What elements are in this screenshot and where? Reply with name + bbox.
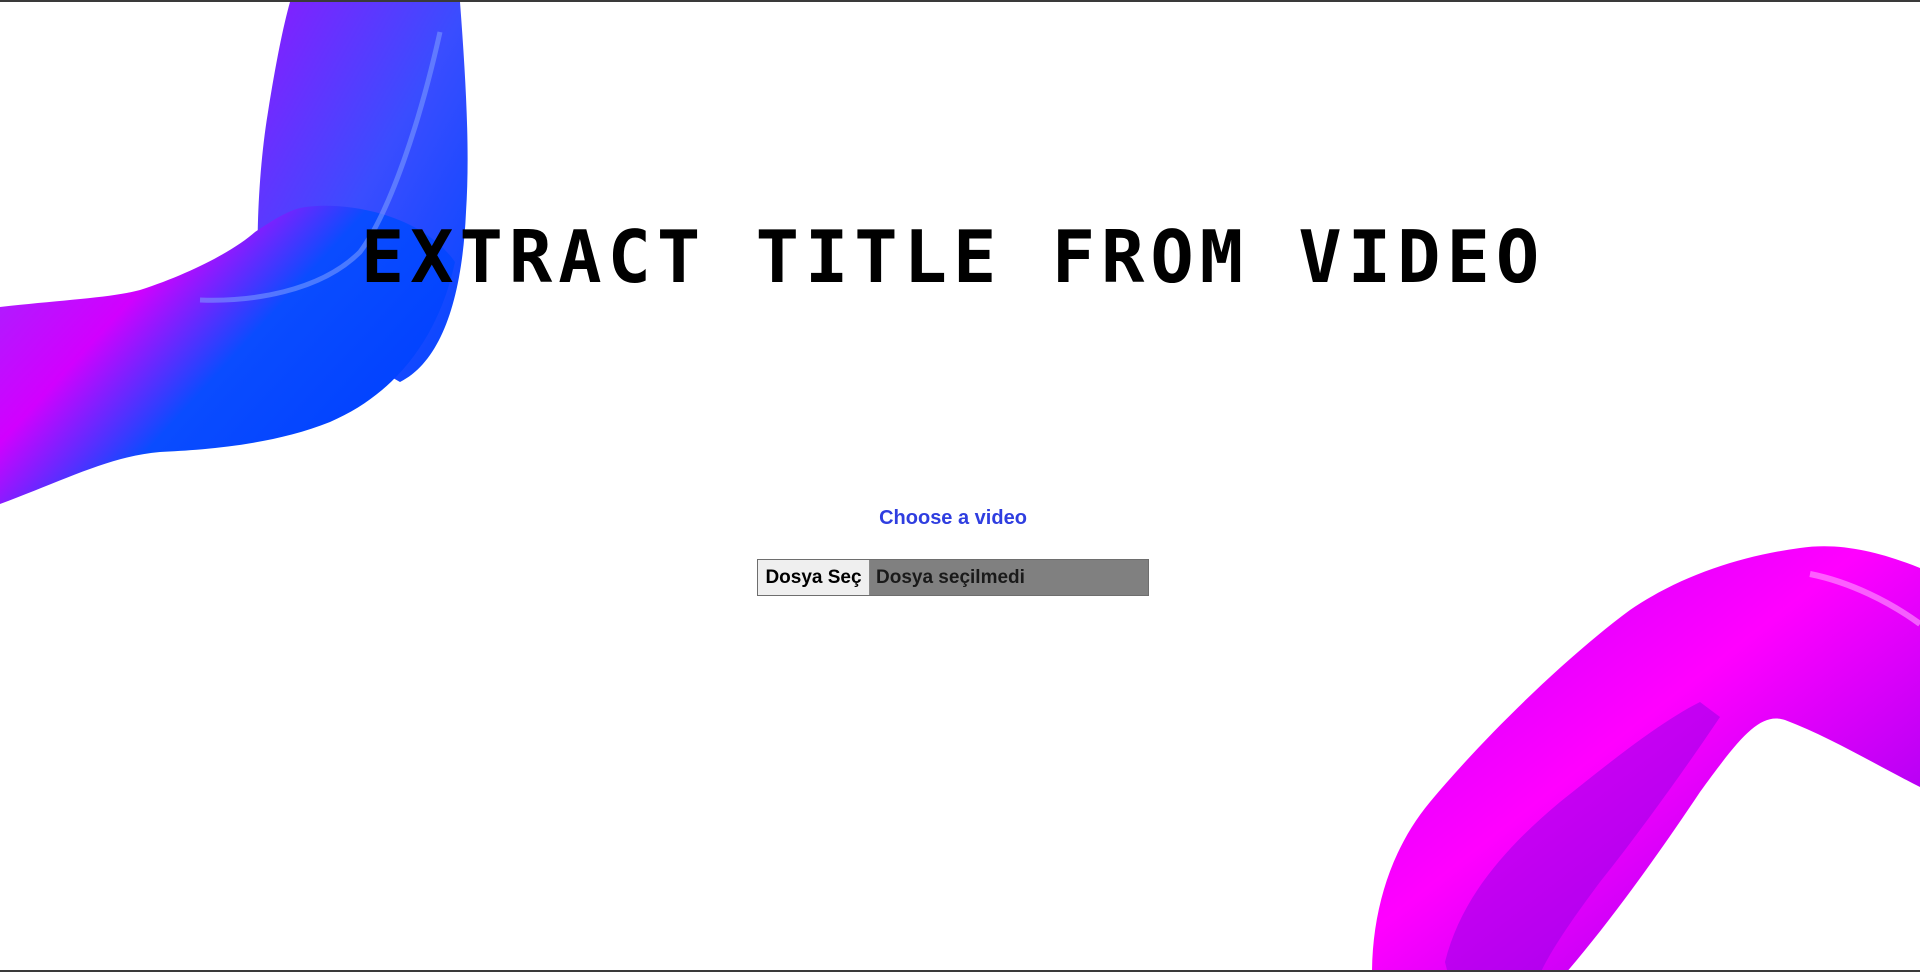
ribbon-bottom-right-highlight [1809, 571, 1920, 627]
page-frame: EXTRACT TITLE FROM VIDEO Choose a video … [0, 0, 1920, 972]
ribbon-top-left-arm [257, 2, 468, 382]
video-file-input[interactable]: Dosya Seç Dosya seçilmedi [757, 559, 1149, 596]
ribbon-bottom-right-body [1372, 546, 1920, 970]
page-title: EXTRACT TITLE FROM VIDEO [360, 215, 1546, 299]
file-status-text: Dosya seçilmedi [870, 560, 1148, 595]
decorative-ribbons [0, 2, 1920, 970]
choose-file-button[interactable]: Dosya Seç [758, 560, 870, 595]
ribbon-bottom-right-fold [1445, 702, 1720, 970]
choose-video-label[interactable]: Choose a video [0, 505, 1906, 531]
